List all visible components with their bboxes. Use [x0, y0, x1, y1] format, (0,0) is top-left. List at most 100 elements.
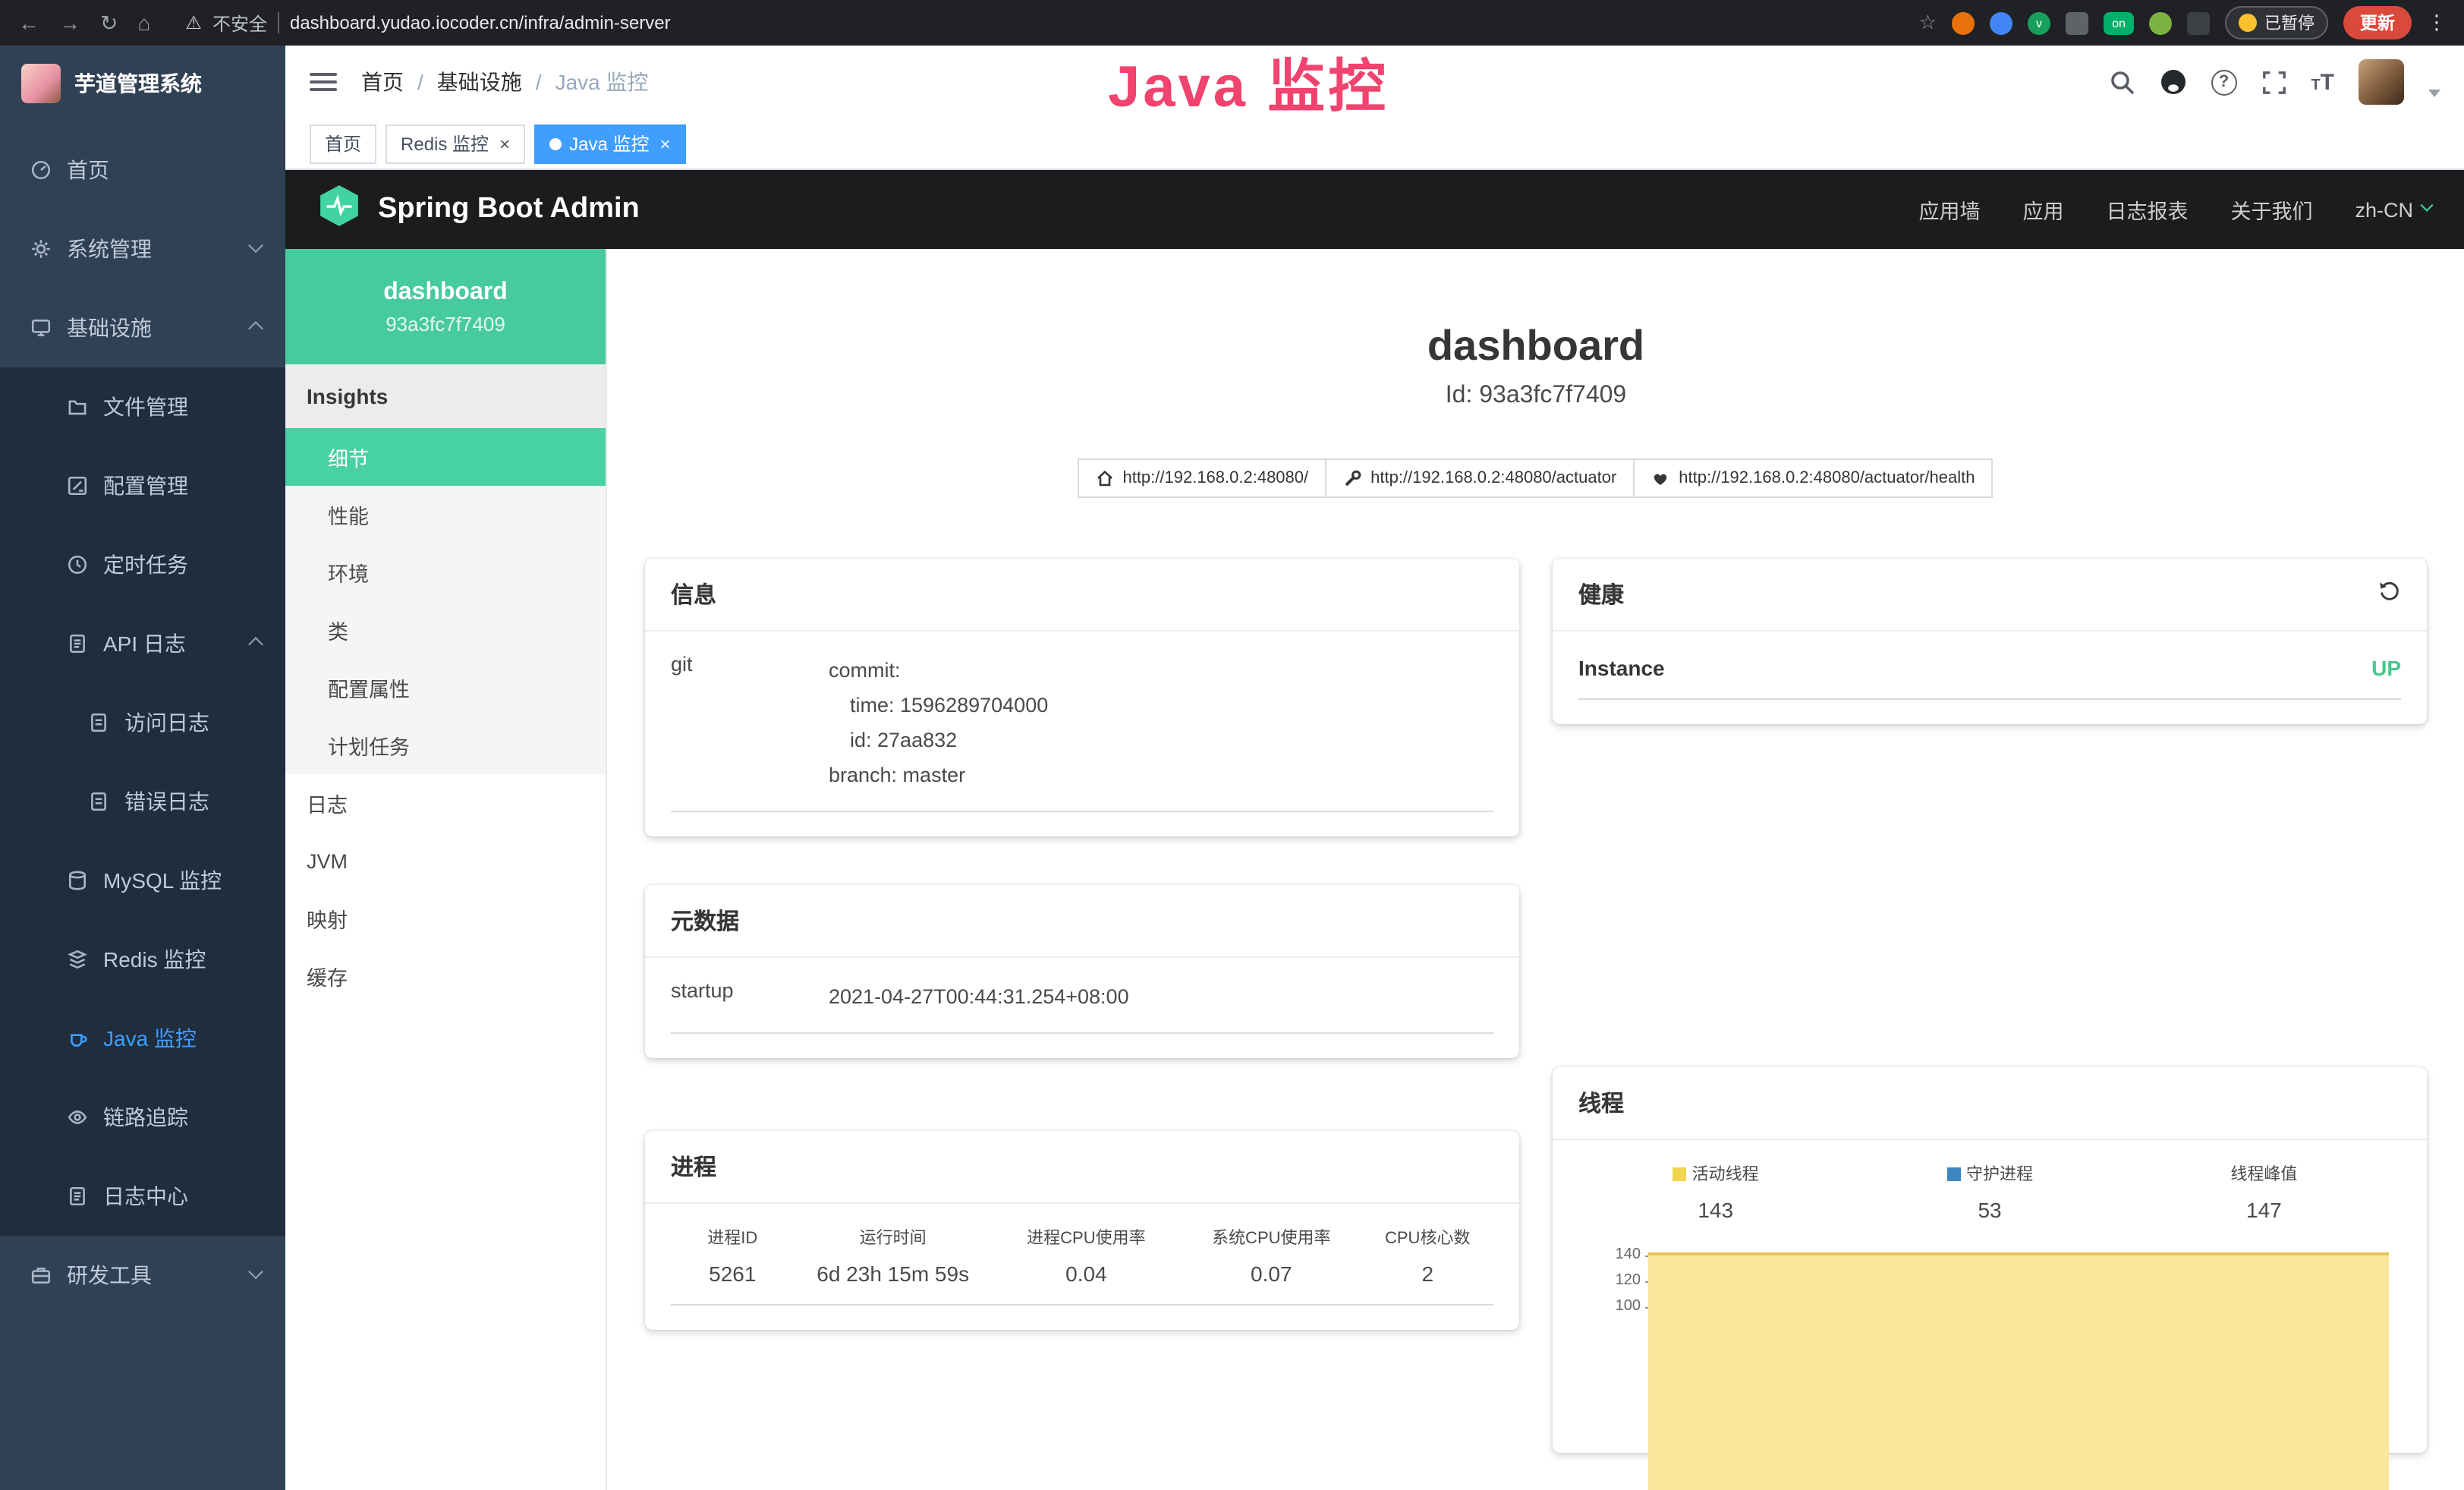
- root-url-button[interactable]: http://192.168.0.2:48080/: [1077, 458, 1326, 498]
- security-label[interactable]: 不安全: [212, 10, 267, 36]
- sidebar-item-accesslog[interactable]: 访问日志: [0, 683, 285, 762]
- url-text[interactable]: dashboard.yudao.iocoder.cn/infra/admin-s…: [290, 12, 671, 33]
- sba-menu-mappings[interactable]: 映射: [285, 890, 606, 947]
- process-card: 进程 进程ID5261 运行时间6d 23h 15m 59s 进程CPU使用率0…: [645, 1131, 1519, 1330]
- legend-label: 活动线程: [1692, 1161, 1759, 1186]
- ext-blue-icon[interactable]: [1990, 11, 2012, 34]
- language-selector[interactable]: zh-CN: [2355, 198, 2431, 221]
- sba-menu-details[interactable]: 细节: [285, 428, 606, 486]
- sba-nav-applications[interactable]: 应用: [2022, 194, 2063, 225]
- github-icon[interactable]: [2159, 68, 2186, 96]
- ext-grid-icon[interactable]: [2066, 11, 2088, 34]
- sidebar-item-system[interactable]: 系统管理: [0, 209, 285, 288]
- hamburger-icon[interactable]: [310, 73, 337, 91]
- instance-header[interactable]: dashboard 93a3fc7f7409: [285, 249, 606, 364]
- sidebar-item-infra[interactable]: 基础设施: [0, 288, 285, 367]
- ext-fox-icon[interactable]: [1952, 11, 1975, 34]
- sba-menu-group: Insights: [285, 364, 606, 428]
- sba-menu-classes[interactable]: 类: [285, 601, 606, 659]
- caret-down-icon[interactable]: [2428, 89, 2440, 96]
- close-icon[interactable]: ×: [659, 134, 670, 153]
- sba-nav-about[interactable]: 关于我们: [2230, 194, 2312, 225]
- active-dot: [549, 137, 562, 150]
- sidebar-item-label: 访问日志: [124, 707, 209, 738]
- security-warning-icon: ⚠: [185, 12, 202, 33]
- breadcrumb-section[interactable]: 基础设施: [437, 67, 522, 97]
- sba-menu-jvm[interactable]: JVM: [285, 832, 606, 890]
- sidebar-item-logcenter[interactable]: 日志中心: [0, 1157, 285, 1236]
- breadcrumb-home[interactable]: 首页: [361, 67, 404, 97]
- sba-menu-metrics[interactable]: 性能: [285, 486, 606, 543]
- sba-brand[interactable]: Spring Boot Admin: [378, 193, 640, 226]
- app-title: 芋道管理系统: [74, 68, 202, 99]
- sidebar-item-home[interactable]: 首页: [0, 131, 285, 209]
- status-badge: UP: [2371, 656, 2401, 680]
- browser-menu-icon[interactable]: ⋮: [2427, 11, 2447, 35]
- sba-menu-caches[interactable]: 缓存: [285, 947, 606, 1005]
- metadata-card: 元数据 startup 2021-04-27T00:44:31.254+08:0…: [645, 885, 1519, 1058]
- breadcrumb: 首页 / 基础设施 / Java 监控: [361, 67, 649, 97]
- sidebar-item-mysql[interactable]: MySQL 监控: [0, 841, 285, 920]
- close-icon[interactable]: ×: [499, 134, 510, 153]
- ext-v-icon[interactable]: v: [2028, 11, 2050, 34]
- sidebar-item-apilog[interactable]: API 日志: [0, 604, 285, 683]
- heart-icon: [1651, 469, 1669, 487]
- y-tick: 100: [1578, 1298, 1645, 1324]
- sba-menu-configprops[interactable]: 配置属性: [285, 659, 606, 717]
- ext-puzzle-icon[interactable]: [2187, 11, 2210, 34]
- sidebar-item-config[interactable]: 配置管理: [0, 446, 285, 525]
- update-button[interactable]: 更新: [2343, 6, 2412, 39]
- user-avatar[interactable]: [2359, 59, 2404, 105]
- language-label: zh-CN: [2355, 198, 2413, 221]
- browser-home-icon[interactable]: ⌂: [137, 11, 150, 35]
- col-header: 运行时间: [795, 1225, 992, 1249]
- legend-label: 线程峰值: [2230, 1161, 2297, 1186]
- sba-nav-wallboard[interactable]: 应用墙: [1918, 194, 1980, 225]
- health-url-button[interactable]: http://192.168.0.2:48080/actuator/health: [1633, 458, 1993, 498]
- chevron-up-icon: [248, 636, 263, 651]
- browser-actions: ☆ v on 已暂停 更新 ⋮: [1919, 6, 2447, 39]
- log-icon: [67, 1186, 88, 1207]
- sba-menu-scheduled[interactable]: 计划任务: [285, 717, 606, 774]
- browser-back-icon[interactable]: ←: [18, 11, 39, 35]
- sba-main: dashboard Id: 93a3fc7f7409 http://192.16…: [607, 249, 2464, 1490]
- ext-on-badge[interactable]: on: [2104, 11, 2134, 34]
- sidebar-item-devtools[interactable]: 研发工具: [0, 1236, 285, 1315]
- card-title: 健康: [1578, 578, 1624, 610]
- sidebar-item-job[interactable]: 定时任务: [0, 525, 285, 604]
- java-cup-icon: [67, 1028, 88, 1049]
- fullscreen-icon[interactable]: [2261, 69, 2286, 95]
- health-card: 健康 Instance UP: [1553, 559, 2427, 724]
- sidebar-item-file[interactable]: 文件管理: [0, 367, 285, 446]
- history-icon[interactable]: [2378, 580, 2401, 609]
- legend-value: 147: [2127, 1198, 2401, 1222]
- legend-swatch-blue: [1946, 1167, 1960, 1180]
- app-logo[interactable]: 芋道管理系统: [0, 46, 285, 121]
- address-bar[interactable]: ⚠ 不安全 dashboard.yudao.iocoder.cn/infra/a…: [185, 10, 670, 36]
- sidebar-item-errorlog[interactable]: 错误日志: [0, 762, 285, 841]
- dashboard-icon: [30, 159, 52, 181]
- bookmark-star-icon[interactable]: ☆: [1919, 11, 1937, 35]
- sidebar-item-trace[interactable]: 链路追踪: [0, 1078, 285, 1157]
- browser-reload-icon[interactable]: ↻: [100, 10, 118, 36]
- browser-forward-icon[interactable]: →: [59, 11, 80, 35]
- sidebar-item-java[interactable]: Java 监控: [0, 999, 285, 1078]
- col-value: 6d 23h 15m 59s: [795, 1262, 992, 1286]
- help-icon[interactable]: ?: [2211, 69, 2236, 95]
- paused-pill[interactable]: 已暂停: [2225, 6, 2328, 39]
- y-tick: 120: [1578, 1272, 1645, 1298]
- tab-redis[interactable]: Redis 监控 ×: [385, 124, 525, 163]
- font-size-icon[interactable]: TT: [2311, 69, 2334, 95]
- link-label: http://192.168.0.2:48080/: [1122, 469, 1308, 487]
- sba-menu-logfile[interactable]: 日志: [285, 774, 606, 832]
- search-icon[interactable]: [2109, 69, 2135, 95]
- gear-icon: [30, 238, 52, 260]
- sba-menu-env[interactable]: 环境: [285, 543, 606, 601]
- sidebar-item-redis[interactable]: Redis 监控: [0, 920, 285, 999]
- ext-leaf-icon[interactable]: [2149, 11, 2172, 34]
- tab-home[interactable]: 首页: [310, 124, 376, 163]
- tab-java[interactable]: Java 监控 ×: [534, 124, 685, 163]
- actuator-url-button[interactable]: http://192.168.0.2:48080/actuator: [1325, 458, 1635, 498]
- instance-id: 93a3fc7f7409: [385, 312, 505, 335]
- sba-nav-journal[interactable]: 日志报表: [2106, 194, 2188, 225]
